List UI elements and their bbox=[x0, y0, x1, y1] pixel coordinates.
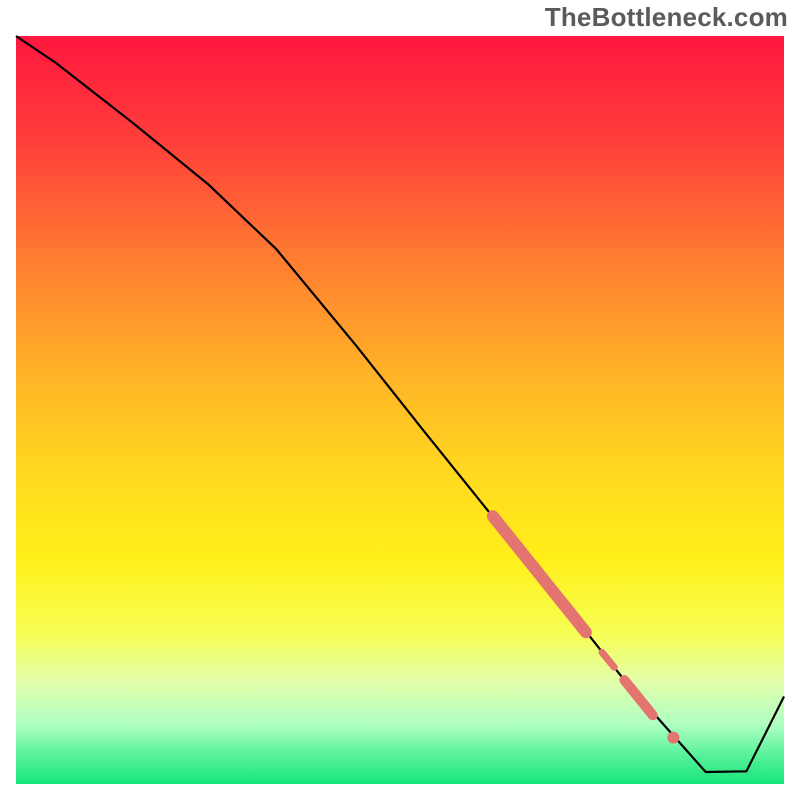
plot-background bbox=[16, 36, 784, 784]
bottleneck-chart bbox=[0, 0, 800, 800]
chart-container: TheBottleneck.com bbox=[0, 0, 800, 800]
watermark-text: TheBottleneck.com bbox=[545, 2, 788, 33]
highlight-dot bbox=[667, 732, 679, 744]
